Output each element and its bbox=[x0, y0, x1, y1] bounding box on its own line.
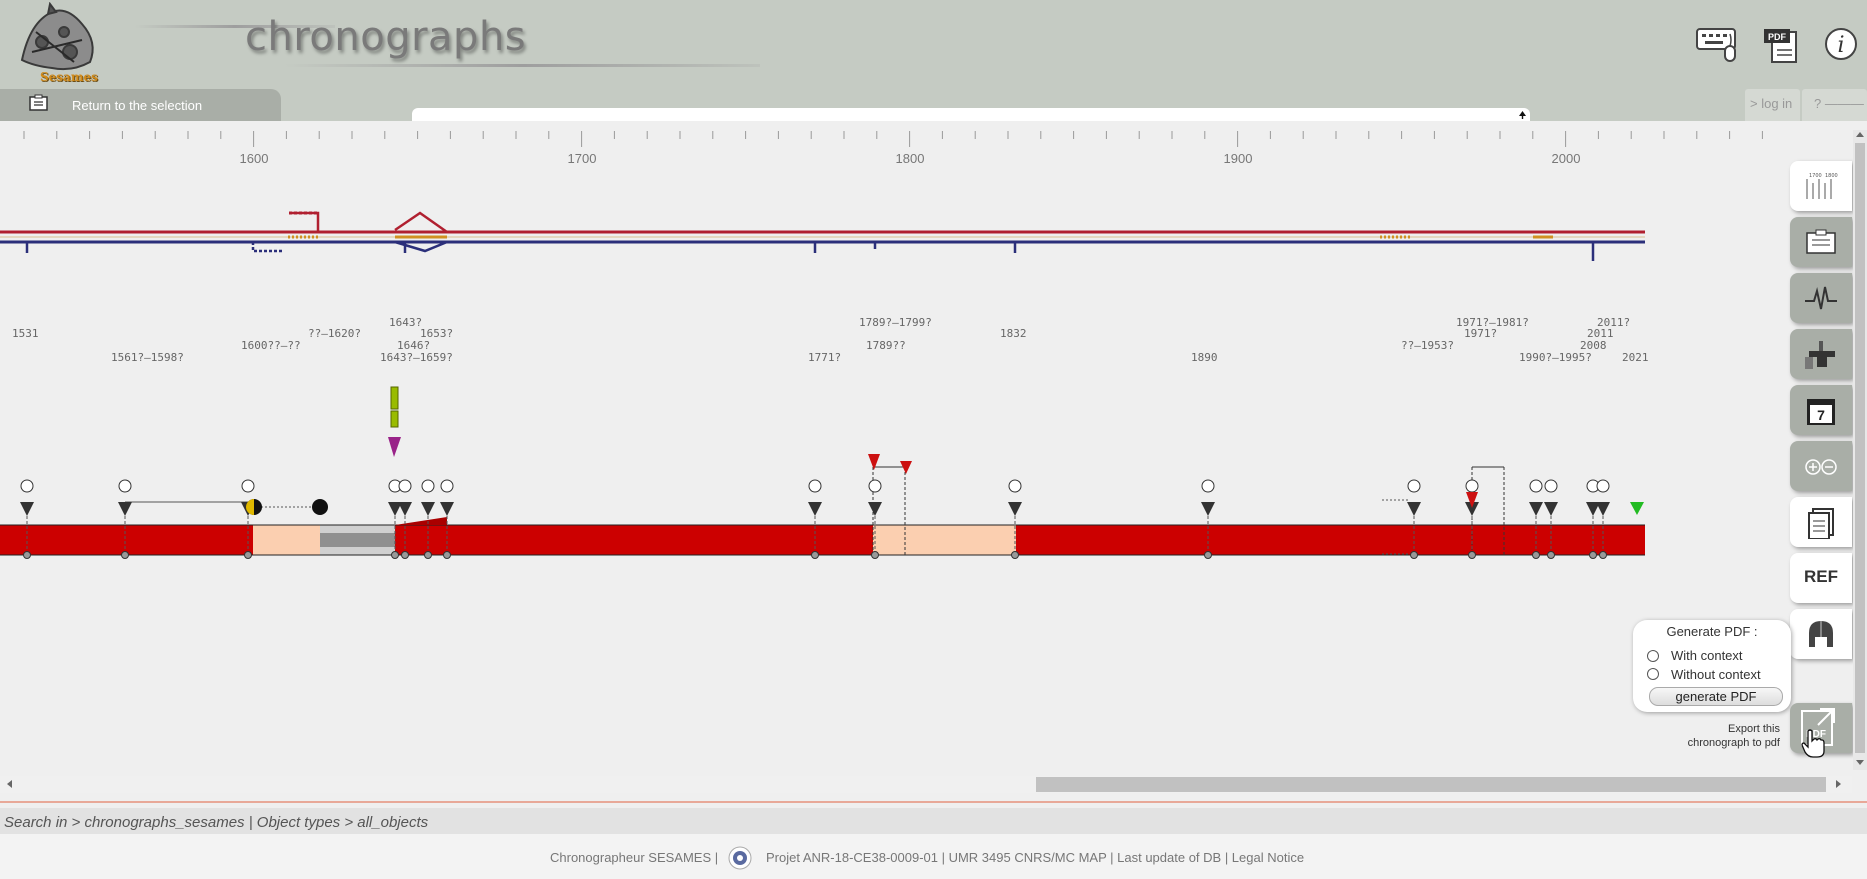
timeline-scale-icon: 1700 1800 bbox=[1806, 173, 1838, 199]
scroll-right-icon[interactable] bbox=[1836, 780, 1841, 788]
without-context-radio[interactable] bbox=[1647, 668, 1659, 680]
axis-ticks bbox=[23, 131, 1763, 147]
notes-icon bbox=[1806, 229, 1836, 254]
signal-button[interactable] bbox=[1790, 273, 1852, 323]
event-label: ??–1620? bbox=[308, 327, 361, 340]
export-pdf-button[interactable]: PDF bbox=[1790, 703, 1852, 758]
hand-cursor-icon bbox=[1801, 729, 1825, 758]
document-button[interactable] bbox=[1790, 497, 1852, 547]
svg-text:1700: 1700 bbox=[1809, 173, 1822, 179]
event-label: 1789?? bbox=[866, 339, 906, 352]
clipboard-icon bbox=[29, 94, 48, 111]
horizontal-scrollbar[interactable] bbox=[0, 776, 1852, 793]
vertical-scrollbar[interactable] bbox=[1853, 130, 1867, 770]
event-label: 1531 bbox=[12, 327, 39, 340]
keyboard-mouse-icon[interactable] bbox=[1695, 26, 1741, 66]
chronograph-area[interactable]: 1600 1700 1800 1900 2000 1531 1561?–1598… bbox=[0, 121, 1852, 781]
event-label: 1600??–?? bbox=[241, 339, 301, 352]
search-breadcrumb: Search in > chronographs_sesames | Objec… bbox=[4, 814, 429, 831]
special-markers[interactable] bbox=[246, 386, 1644, 515]
header-bar: Sesames chronographs PDF i Return to the… bbox=[0, 0, 1867, 121]
event-label: 1789?–1799? bbox=[859, 316, 932, 329]
status-bar: Search in > chronographs_sesames | Objec… bbox=[0, 808, 1867, 834]
event-label: 1971? bbox=[1464, 327, 1497, 340]
tooltip-line: chronograph to pdf bbox=[1687, 737, 1780, 749]
event-labels: 1531 1561?–1598? 1600??–?? ??–1620? 1643… bbox=[12, 316, 1649, 364]
event-label: 1771? bbox=[808, 351, 841, 364]
scroll-down-icon[interactable] bbox=[1856, 760, 1864, 765]
zoom-button[interactable] bbox=[1790, 441, 1852, 491]
with-context-label: With context bbox=[1671, 648, 1743, 663]
search-bar[interactable] bbox=[412, 108, 1530, 121]
without-context-label: Without context bbox=[1671, 667, 1761, 682]
logo-text: Sesames bbox=[40, 70, 98, 84]
cnrs-logo-icon[interactable] bbox=[728, 846, 752, 870]
ref-button[interactable]: REF bbox=[1790, 553, 1852, 603]
popup-title: Generate PDF : bbox=[1666, 624, 1758, 639]
svg-text:1800: 1800 bbox=[1825, 173, 1838, 179]
footer-right-text[interactable]: Projet ANR-18-CE38-0009-01 | UMR 3495 CN… bbox=[766, 850, 1304, 865]
generate-pdf-popup: Generate PDF : With context Without cont… bbox=[1633, 620, 1791, 712]
app-title: chronographs bbox=[245, 14, 527, 60]
helmet-button[interactable] bbox=[1790, 609, 1852, 659]
tooltip-line: Export this bbox=[1728, 723, 1780, 735]
svg-text:i: i bbox=[1837, 33, 1844, 58]
axis-label: 1700 bbox=[568, 151, 597, 166]
zoom-icon bbox=[1805, 459, 1837, 475]
chronograph-svg[interactable]: 1600 1700 1800 1900 2000 1531 1561?–1598… bbox=[0, 121, 1852, 781]
info-icon[interactable]: i bbox=[1823, 26, 1861, 66]
event-label: 1643?–1659? bbox=[380, 351, 453, 364]
anvil-icon bbox=[1805, 341, 1835, 369]
event-label: 1832 bbox=[1000, 327, 1027, 340]
help-label: ? ——— bbox=[1814, 96, 1864, 111]
horizontal-scroll-thumb[interactable] bbox=[1036, 777, 1826, 792]
return-to-selection-tab[interactable]: Return to the selection bbox=[0, 89, 281, 121]
scroll-left-icon[interactable] bbox=[7, 780, 12, 788]
svg-text:PDF: PDF bbox=[1768, 32, 1787, 42]
arrow-up-icon[interactable] bbox=[1518, 110, 1527, 119]
anvil-button[interactable] bbox=[1790, 329, 1852, 379]
help-tab[interactable]: ? ——— bbox=[1802, 89, 1867, 121]
ref-label: REF bbox=[1804, 567, 1838, 586]
divider bbox=[0, 801, 1867, 803]
context-lines bbox=[0, 211, 1645, 261]
event-label: ??–1953? bbox=[1401, 339, 1454, 352]
login-tab[interactable]: > log in bbox=[1745, 89, 1800, 121]
event-label: 2008 bbox=[1580, 339, 1607, 352]
vertical-scroll-thumb[interactable] bbox=[1855, 143, 1865, 753]
event-label: 1890 bbox=[1191, 351, 1218, 364]
export-pdf-tooltip: Export this chronograph to pdf bbox=[1672, 722, 1780, 750]
scroll-up-icon[interactable] bbox=[1856, 132, 1864, 137]
footer: Chronographeur SESAMES | Projet ANR-18-C… bbox=[0, 834, 1867, 879]
event-label: 1990?–1995? bbox=[1519, 351, 1592, 364]
axis-label: 1800 bbox=[896, 151, 925, 166]
generate-pdf-button[interactable]: generate PDF bbox=[1649, 687, 1783, 706]
axis-label: 1900 bbox=[1224, 151, 1253, 166]
axis-label: 1600 bbox=[240, 151, 269, 166]
event-label: 1561?–1598? bbox=[111, 351, 184, 364]
event-label: 1643? bbox=[389, 316, 422, 329]
event-label: 2021 bbox=[1622, 351, 1649, 364]
document-icon bbox=[1808, 508, 1834, 539]
pdf-document-icon[interactable]: PDF bbox=[1762, 26, 1802, 66]
svg-text:7: 7 bbox=[1817, 407, 1825, 423]
signal-icon bbox=[1805, 286, 1837, 310]
with-context-radio[interactable] bbox=[1647, 650, 1659, 662]
helmet-icon bbox=[1809, 621, 1833, 647]
calendar-icon: 7 bbox=[1807, 399, 1835, 425]
login-label: > log in bbox=[1750, 96, 1793, 111]
calendar-button[interactable]: 7 bbox=[1790, 385, 1852, 435]
footer-left-text: Chronographeur SESAMES | bbox=[550, 850, 719, 865]
axis-year-labels: 1600 1700 1800 1900 2000 bbox=[240, 151, 1581, 166]
return-label: Return to the selection bbox=[72, 98, 203, 113]
notes-button[interactable] bbox=[1790, 217, 1852, 267]
title-decoration-line bbox=[285, 64, 760, 67]
axis-label: 2000 bbox=[1552, 151, 1581, 166]
timeline-scale-button[interactable]: 1700 1800 bbox=[1790, 161, 1852, 211]
